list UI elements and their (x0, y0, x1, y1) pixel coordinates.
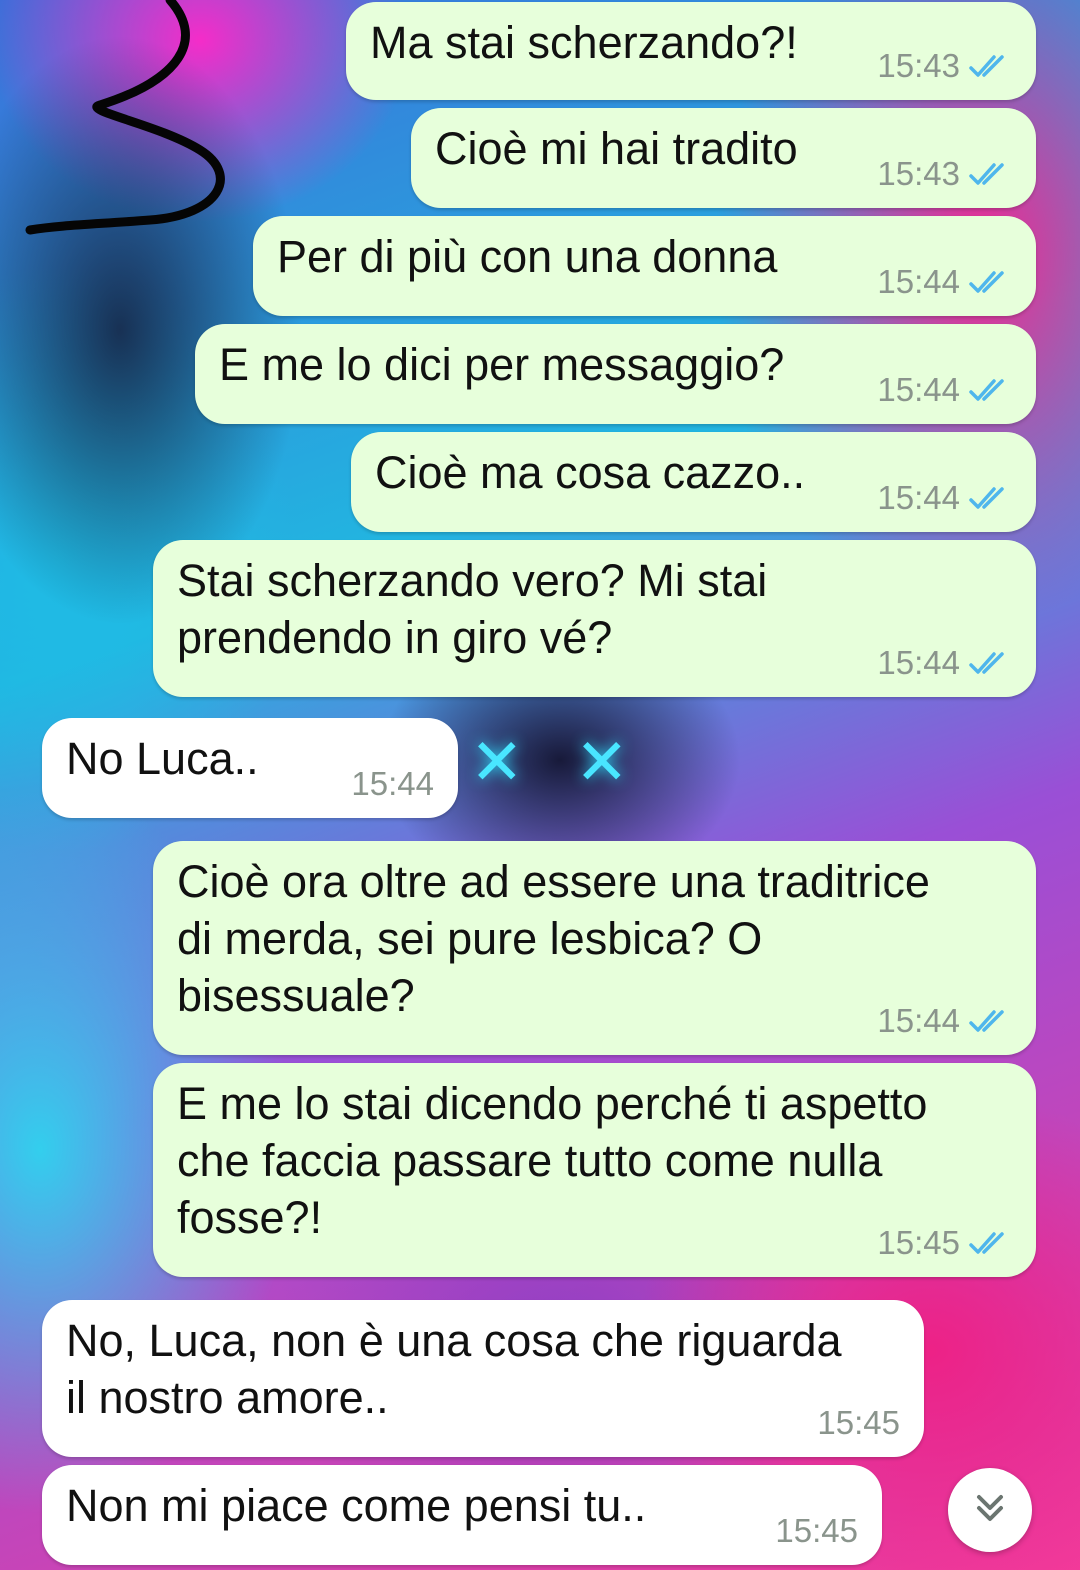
double-check-icon (968, 1007, 1012, 1035)
message-time: 15:44 (877, 263, 960, 300)
message-bubble[interactable]: Cioè mi hai tradito 15:43 (411, 108, 1036, 208)
scroll-to-bottom-button[interactable] (948, 1468, 1032, 1552)
message-time: 15:43 (877, 47, 960, 84)
double-check-icon (968, 160, 1012, 188)
wallpaper-mask-eye-left: ✕ (470, 726, 524, 800)
message-time: 15:45 (877, 1224, 960, 1261)
message-bubble[interactable]: No, Luca, non è una cosa che riguarda il… (42, 1300, 924, 1457)
double-check-icon (968, 649, 1012, 677)
message-time: 15:44 (877, 1002, 960, 1039)
message-text: E me lo stai dicendo perché ti aspetto c… (177, 1078, 928, 1243)
message-text: Cioè ora oltre ad essere una traditrice … (177, 856, 930, 1021)
message-time: 15:44 (351, 765, 434, 802)
message-bubble[interactable]: Non mi piace come pensi tu.. 15:45 (42, 1465, 882, 1565)
message-time: 15:44 (877, 479, 960, 516)
message-text: No, Luca, non è una cosa che riguarda il… (66, 1315, 842, 1423)
double-chevron-down-icon (971, 1489, 1009, 1532)
message-bubble[interactable]: Cioè ma cosa cazzo.. 15:44 (351, 432, 1036, 532)
message-time: 15:45 (817, 1404, 900, 1441)
message-bubble[interactable]: Ma stai scherzando?! 15:43 (346, 2, 1036, 100)
message-bubble[interactable]: E me lo stai dicendo perché ti aspetto c… (153, 1063, 1036, 1277)
scribble-drawing (25, 0, 225, 235)
message-time: 15:44 (877, 371, 960, 408)
message-bubble[interactable]: Stai scherzando vero? Mi stai prendendo … (153, 540, 1036, 697)
double-check-icon (968, 1229, 1012, 1257)
double-check-icon (968, 376, 1012, 404)
message-time: 15:43 (877, 155, 960, 192)
message-bubble[interactable]: No Luca.. 15:44 (42, 718, 458, 818)
double-check-icon (968, 268, 1012, 296)
double-check-icon (968, 484, 1012, 512)
wallpaper-mask-eye-right: ✕ (575, 726, 629, 800)
message-text: Non mi piace come pensi tu.. (66, 1480, 647, 1531)
message-time: 15:45 (775, 1512, 858, 1549)
message-bubble[interactable]: Per di più con una donna 15:44 (253, 216, 1036, 316)
message-bubble[interactable]: E me lo dici per messaggio? 15:44 (195, 324, 1036, 424)
message-time: 15:44 (877, 644, 960, 681)
message-bubble[interactable]: Cioè ora oltre ad essere una traditrice … (153, 841, 1036, 1055)
double-check-icon (968, 52, 1012, 80)
